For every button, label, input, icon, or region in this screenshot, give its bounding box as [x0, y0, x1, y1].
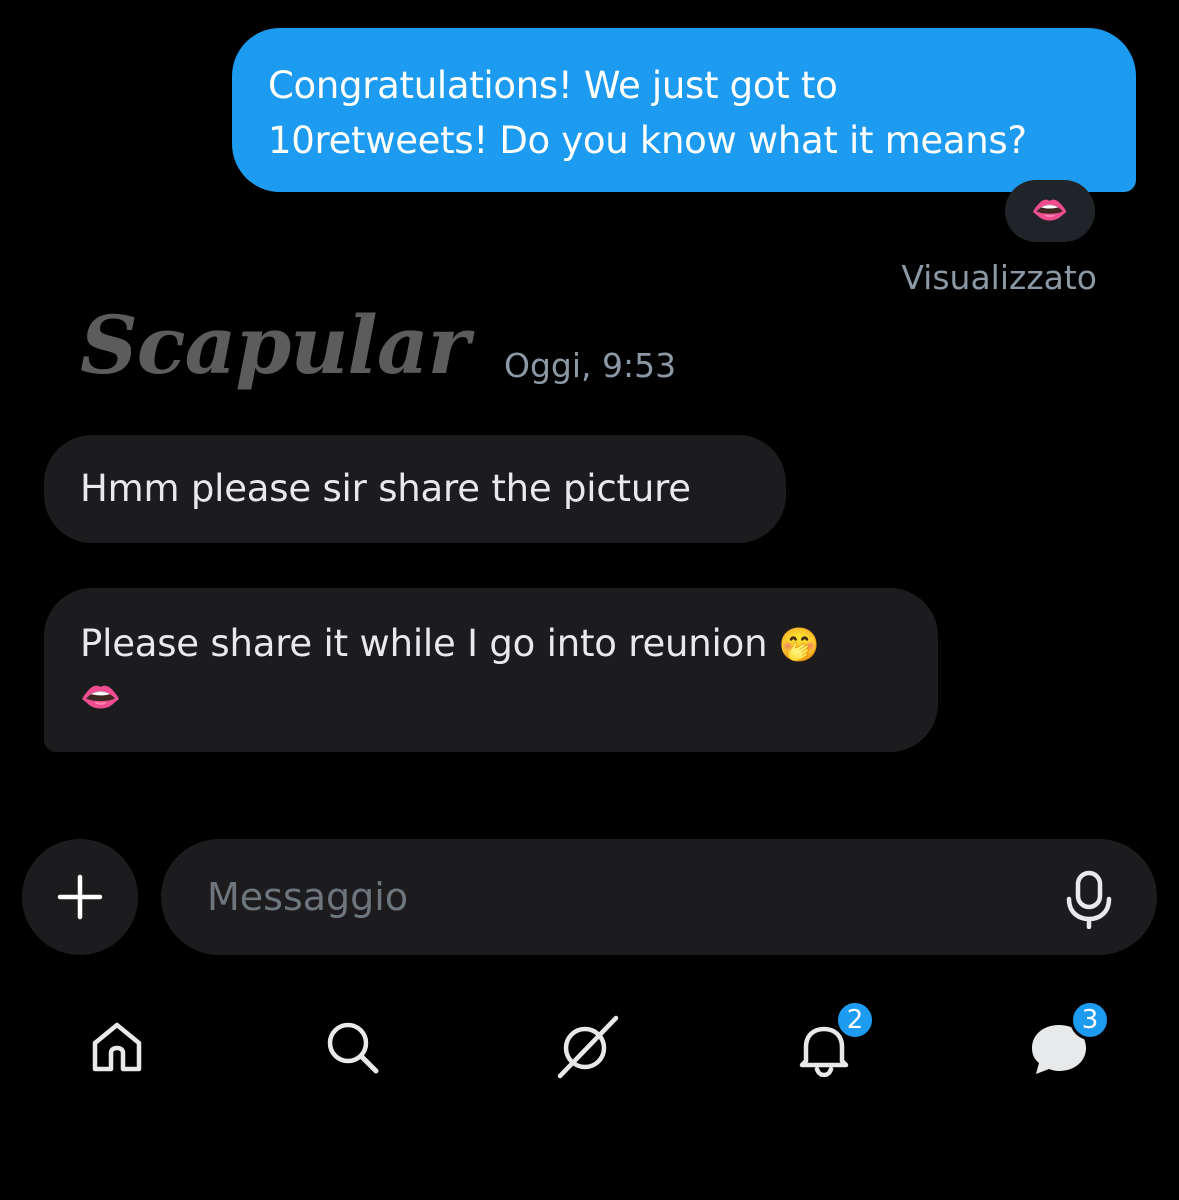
nav-notifications[interactable]: 2: [789, 1000, 875, 1082]
nav-home[interactable]: [82, 1012, 152, 1082]
hand-over-mouth-emoji: 🤭: [778, 625, 820, 664]
message-timestamp: Oggi, 9:53: [504, 346, 677, 385]
message-composer[interactable]: [161, 839, 1157, 955]
dm-conversation-screen: Congratulations! We just got to 10retwee…: [0, 0, 1179, 1200]
incoming-message-text: Hmm please sir share the picture: [80, 467, 691, 510]
sender-name[interactable]: Scapular: [80, 290, 470, 400]
read-receipt: Visualizzato: [901, 258, 1097, 297]
nav-search[interactable]: [317, 1012, 387, 1082]
add-attachment-button[interactable]: [22, 839, 138, 955]
plus-icon: [57, 874, 103, 920]
message-reaction[interactable]: 👄: [1005, 180, 1095, 242]
microphone-icon[interactable]: [1061, 869, 1117, 929]
lips-emoji: 👄: [1031, 193, 1069, 228]
incoming-message-line-1: Please share it while I go into reunion …: [80, 618, 902, 671]
incoming-message-bubble[interactable]: Hmm please sir share the picture: [44, 435, 786, 543]
outgoing-message-bubble[interactable]: Congratulations! We just got to 10retwee…: [232, 28, 1136, 192]
nav-messages[interactable]: 3: [1024, 1000, 1110, 1082]
grok-icon: [557, 1015, 619, 1079]
lips-emoji: 👄: [80, 677, 121, 716]
incoming-message-text: Please share it while I go into reunion: [80, 622, 768, 665]
notifications-badge: 2: [835, 1000, 875, 1040]
messages-badge: 3: [1070, 1000, 1110, 1040]
home-icon: [92, 1022, 142, 1072]
nav-grok[interactable]: [552, 1012, 622, 1082]
outgoing-message-line-1: Congratulations! We just got to: [268, 64, 838, 107]
search-icon: [327, 1022, 379, 1074]
incoming-message-bubble[interactable]: Please share it while I go into reunion …: [44, 588, 938, 752]
outgoing-message-line-2: 10retweets! Do you know what it means?: [268, 119, 1027, 162]
message-input[interactable]: [207, 861, 1047, 933]
